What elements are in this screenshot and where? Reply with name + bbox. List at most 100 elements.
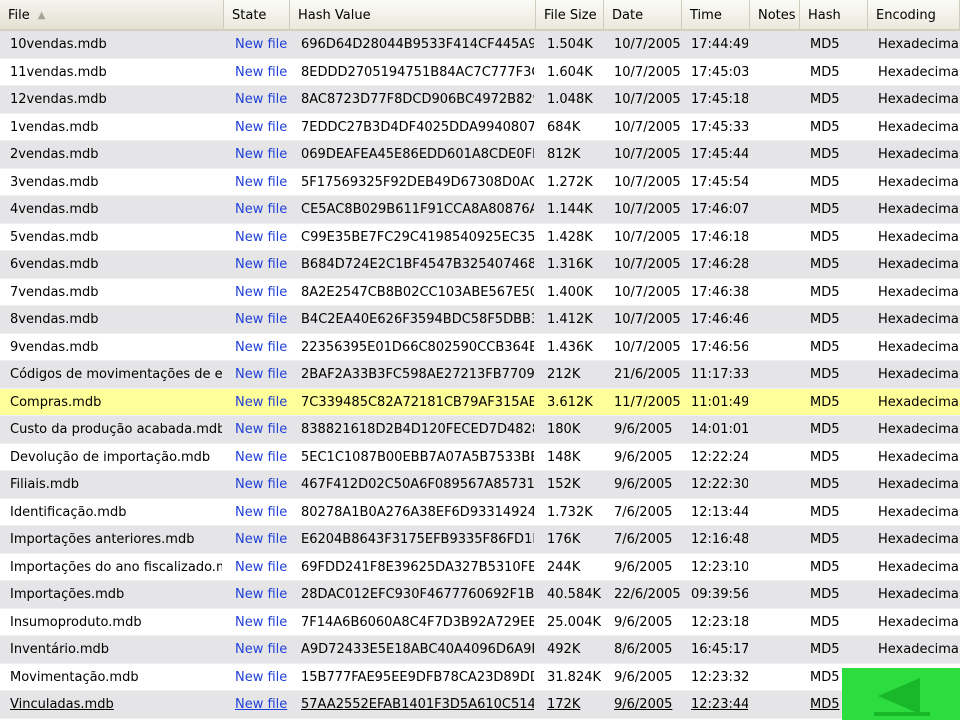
cell-state: New file <box>235 532 288 547</box>
cell-state: New file <box>235 284 288 300</box>
cell-state: New file <box>235 477 288 492</box>
cell-encoding: Hexadecimal <box>878 477 958 492</box>
cell-time: 17:45:44 <box>691 147 748 162</box>
table-row[interactable]: 11vendas.mdb New file 8EDDD2705194751B84AC… <box>0 59 960 86</box>
table-row[interactable]: 4vendas.mdb New file CE5AC8B029B611F91CCA8… <box>0 196 960 224</box>
cell-file: 11vendas.mdb <box>10 64 107 80</box>
cell-state: New file <box>235 119 288 135</box>
column-header-label: State <box>232 8 267 23</box>
cell-date: 21/6/2005 <box>614 367 680 382</box>
column-header-time[interactable]: Time <box>682 0 750 29</box>
table-row[interactable]: 7vendas.mdb New file 8A2E2547CB8B02CC103AB… <box>0 279 960 306</box>
cell-date: 8/6/2005 <box>614 642 673 657</box>
cell-file: Importações do ano fiscalizado.mdb <box>10 559 222 575</box>
table-row[interactable]: 8vendas.mdb New file B4C2EA40E626F3594BDC5… <box>0 306 960 334</box>
column-header-file-size[interactable]: File Size <box>536 0 604 29</box>
cell-time: 17:46:38 <box>691 284 748 300</box>
cell-encoding: Hexadecimal <box>878 422 958 437</box>
cell-date: 11/7/2005 <box>614 394 680 410</box>
cell-encoding: Hexadecimal <box>878 339 958 355</box>
cell-time: 09:39:56 <box>691 587 748 602</box>
cell-file: Importações anteriores.mdb <box>10 532 195 547</box>
table-row[interactable]: Devolução de importação.mdb New file 5EC1C… <box>0 444 960 471</box>
cell-encoding: Hexadecimal <box>878 92 958 107</box>
cell-time: 17:45:54 <box>691 174 748 190</box>
table-row[interactable]: Importações.mdb New file 28DAC012EFC930F46… <box>0 581 960 609</box>
cell-hash-value: 2BAF2A33B3FC598AE27213FB7709BDCD <box>301 367 534 382</box>
cell-hash-value: 15B777FAE95EE9DFB78CA23D89DD56... <box>301 669 534 685</box>
cell-hash-value: 7C339485C82A72181CB79AF315AE4535 <box>301 394 534 410</box>
table-row[interactable]: Inventário.mdb New file A9D72433E5E18ABC40… <box>0 636 960 664</box>
table-row[interactable]: Identificação.mdb New file 80278A1B0A276A3… <box>0 499 960 526</box>
cell-hash-value: E6204B8643F3175EFB9335F86FD1FB87 <box>301 532 534 547</box>
cell-notes <box>758 31 798 58</box>
table-row[interactable]: 5vendas.mdb New file C99E35BE7FC29C4198540… <box>0 224 960 251</box>
column-header-date[interactable]: Date <box>604 0 682 29</box>
column-header-hash-value[interactable]: Hash Value <box>290 0 536 29</box>
cell-time: 12:23:44 <box>691 697 748 712</box>
cell-hash: MD5 <box>810 202 840 217</box>
cell-hash: MD5 <box>810 642 840 657</box>
table-row[interactable]: Movimentação.mdb New file 15B777FAE95EE9DF… <box>0 664 960 691</box>
cell-file-size: 152K <box>547 477 581 492</box>
column-header-encoding[interactable]: Encoding <box>868 0 960 29</box>
back-triangle-icon <box>878 678 920 714</box>
cell-hash-value: C99E35BE7FC29C4198540925EC353D0C <box>301 229 534 245</box>
table-row[interactable]: 2vendas.mdb New file 069DEAFEA45E86EDD601A… <box>0 141 960 169</box>
cell-state: New file <box>235 147 288 162</box>
cell-file-size: 1.400K <box>547 284 593 300</box>
cell-date: 10/7/2005 <box>614 339 680 355</box>
column-header-state[interactable]: State <box>224 0 290 29</box>
cell-notes <box>758 334 798 361</box>
column-header-notes[interactable]: Notes <box>750 0 800 29</box>
table-row[interactable]: 1vendas.mdb New file 7EDDC27B3D4DF4025DDA9… <box>0 114 960 141</box>
column-header-label: Hash Value <box>298 8 371 23</box>
cell-notes <box>758 224 798 251</box>
cell-state: New file <box>235 697 288 712</box>
cell-hash-value: 8EDDD2705194751B84AC7C777F3C7777 <box>301 64 534 80</box>
cell-time: 17:46:56 <box>691 339 748 355</box>
table-row[interactable]: Filiais.mdb New file 467F412D02C50A6F08956… <box>0 471 960 499</box>
cell-file: Compras.mdb <box>10 394 102 410</box>
cell-file: Insumoproduto.mdb <box>10 614 142 630</box>
cell-encoding: Hexadecimal <box>878 587 958 602</box>
table-row[interactable]: Custo da produção acabada.mdb New file 838… <box>0 416 960 444</box>
cell-notes <box>758 114 798 141</box>
cell-encoding: Hexadecimal <box>878 147 958 162</box>
column-header-file[interactable]: File ▲ <box>0 0 224 29</box>
table-row[interactable]: 6vendas.mdb New file B684D724E2C1BF4547B32… <box>0 251 960 279</box>
cell-file: Importações.mdb <box>10 587 125 602</box>
back-nav-button[interactable] <box>842 668 960 720</box>
cell-hash-value: 467F412D02C50A6F089567A857316062 <box>301 477 534 492</box>
cell-time: 11:01:49 <box>691 394 748 410</box>
table-row[interactable]: 3vendas.mdb New file 5F17569325F92DEB49D67… <box>0 169 960 196</box>
table-row[interactable]: Importações anteriores.mdb New file E6204B… <box>0 526 960 554</box>
table-row[interactable]: Compras.mdb New file 7C339485C82A72181CB79… <box>0 388 960 416</box>
cell-date: 7/6/2005 <box>614 504 673 520</box>
table-row[interactable]: Códigos de movimentações de estoq... New … <box>0 361 960 389</box>
cell-time: 17:45:03 <box>691 64 748 80</box>
table-row[interactable]: Insumoproduto.mdb New file 7F14A6B6060A8C4… <box>0 609 960 636</box>
column-header-hash[interactable]: Hash <box>800 0 868 29</box>
cell-hash-value: 696D64D28044B9533F414CF445A9BD12 <box>301 37 534 52</box>
cell-time: 14:01:01 <box>691 422 748 437</box>
cell-file-size: 492K <box>547 642 581 657</box>
table-row[interactable]: 10vendas.mdb New file 696D64D28044B9533F41… <box>0 31 960 59</box>
table-row[interactable]: Importações do ano fiscalizado.mdb New fi… <box>0 554 960 581</box>
cell-time: 12:23:10 <box>691 559 748 575</box>
cell-file-size: 1.732K <box>547 504 593 520</box>
cell-notes <box>758 526 798 553</box>
cell-notes <box>758 59 798 86</box>
cell-file: 10vendas.mdb <box>10 37 107 52</box>
cell-notes <box>758 196 798 223</box>
cell-hash-value: 7EDDC27B3D4DF4025DDA994080782D... <box>301 119 534 135</box>
table-row[interactable]: Vinculadas.mdb New file 57AA2552EFAB1401F3… <box>0 691 960 719</box>
table-row[interactable]: 12vendas.mdb New file 8AC8723D77F8DCD906BC… <box>0 86 960 114</box>
cell-date: 9/6/2005 <box>614 559 673 575</box>
table-row[interactable]: 9vendas.mdb New file 22356395E01D66C802590… <box>0 334 960 361</box>
cell-hash: MD5 <box>810 37 840 52</box>
cell-file-size: 1.272K <box>547 174 593 190</box>
cell-notes <box>758 471 798 498</box>
sort-ascending-icon: ▲ <box>37 10 46 21</box>
column-header-label: Date <box>612 8 644 23</box>
